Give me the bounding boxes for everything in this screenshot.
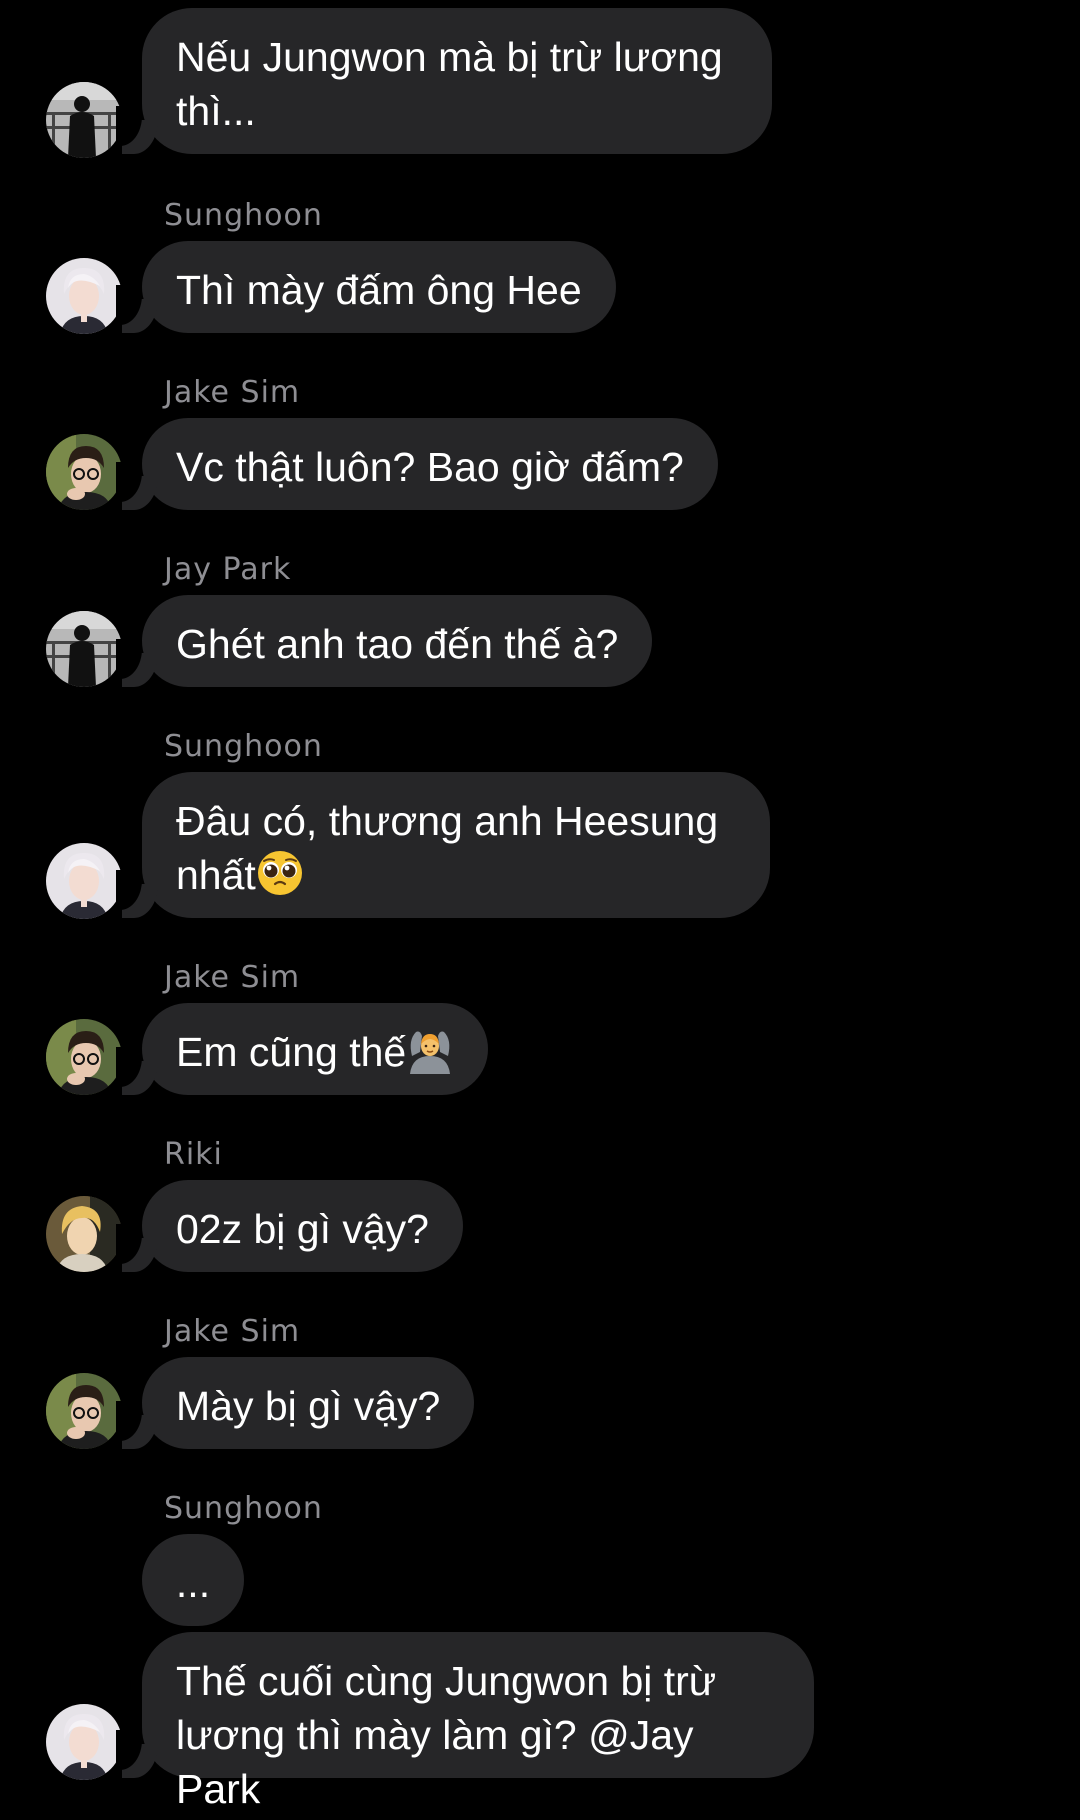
sunghoon-avatar[interactable] [46, 843, 122, 919]
bubble-tail [116, 1401, 158, 1449]
message-text: Nếu Jungwon mà bị trừ lương thì... [176, 34, 723, 134]
message-text: Mày bị gì vậy? [176, 1383, 441, 1429]
sender-name: Jake Sim [164, 960, 301, 995]
bubble-tail [116, 639, 158, 687]
sunghoon-avatar[interactable] [46, 258, 122, 334]
message-bubble[interactable]: ... [142, 1534, 244, 1626]
bubble-tail [116, 106, 158, 154]
message-text: Em cũng thế [176, 1029, 407, 1075]
jakesim-avatar[interactable] [46, 1019, 122, 1095]
sender-name: Jake Sim [164, 375, 301, 410]
message-bubble[interactable]: Ghét anh tao đến thế à? [142, 595, 653, 687]
message-text: Thế cuối cùng Jungwon bị trừ [176, 1658, 717, 1704]
sender-name: Sunghoon [164, 729, 323, 764]
message-text: nhất [176, 852, 256, 898]
bubble-tail [116, 1224, 158, 1272]
message-text: Ghét anh tao đến thế à? [176, 621, 619, 667]
bubble-tail [116, 1047, 158, 1095]
jakesim-avatar[interactable] [46, 434, 122, 510]
bubble-tail [116, 285, 158, 333]
message-bubble[interactable]: Đâu có, thương anh Heesung nhất [142, 772, 770, 918]
bubble-tail [116, 870, 158, 918]
sender-name: Riki [164, 1137, 223, 1172]
sender-name: Jake Sim [164, 1314, 301, 1349]
message-text: Vc thật luôn? Bao giờ đấm? [176, 444, 684, 490]
bubble-tail [116, 462, 158, 510]
message-text: 02z bị gì vậy? [176, 1206, 429, 1252]
message-text: Thì mày đấm ông Hee [176, 267, 582, 313]
riki-avatar[interactable] [46, 1196, 122, 1272]
sender-name: Sunghoon [164, 1491, 323, 1526]
message-text: lương thì mày làm gì? @Jay Park [176, 1712, 694, 1812]
message-bubble[interactable]: Thì mày đấm ông Hee [142, 241, 616, 333]
jaypark-avatar[interactable] [46, 611, 122, 687]
message-text: ... [175, 1560, 211, 1606]
message-text: Đâu có, thương anh Heesung [176, 798, 719, 844]
jaypark-avatar[interactable] [46, 82, 122, 158]
pleading-face-icon [257, 851, 302, 895]
chat-thread: Nếu Jungwon mà bị trừ lương thì... Sungh… [0, 0, 1080, 1820]
message-bubble[interactable]: Mày bị gì vậy? [142, 1357, 475, 1449]
sender-name: Jay Park [164, 552, 292, 587]
sunghoon-avatar[interactable] [46, 1704, 122, 1780]
message-bubble[interactable]: Vc thật luôn? Bao giờ đấm? [142, 418, 718, 510]
sender-name: Sunghoon [164, 198, 323, 233]
message-bubble[interactable]: 02z bị gì vậy? [142, 1180, 463, 1272]
jakesim-avatar[interactable] [46, 1373, 122, 1449]
message-bubble[interactable]: Em cũng thế [142, 1003, 489, 1095]
person-gesturing-ok-icon [410, 1031, 451, 1074]
message-bubble[interactable]: Nếu Jungwon mà bị trừ lương thì... [142, 8, 772, 154]
message-bubble[interactable]: Thế cuối cùng Jungwon bị trừ lương thì m… [142, 1632, 814, 1812]
bubble-tail [116, 1730, 158, 1778]
